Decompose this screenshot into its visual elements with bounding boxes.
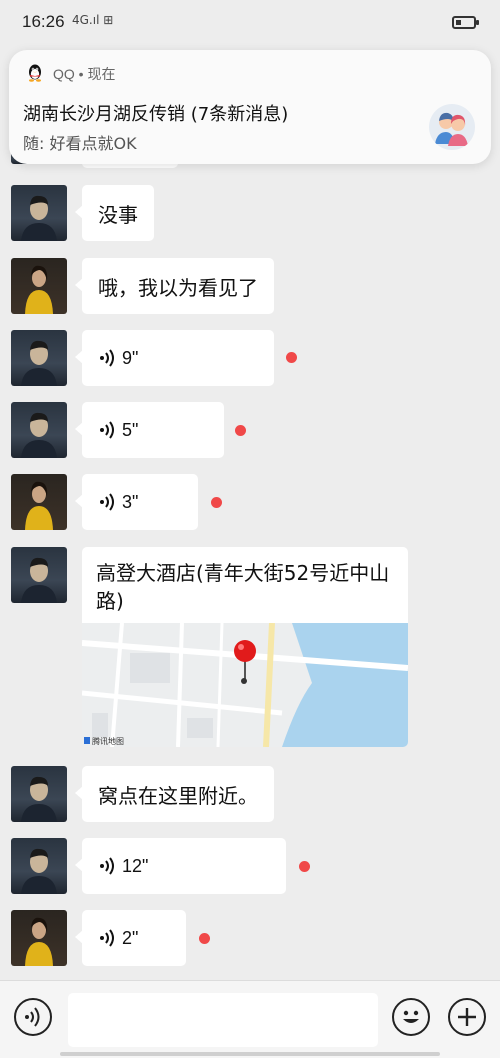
- notification-app-label: QQ • 现在: [53, 66, 116, 82]
- notification-title: 湖南长沙月湖反传销 (7条新消息): [23, 104, 289, 125]
- status-bar: 16:26 4G.ıl ⊞: [0, 0, 500, 44]
- voice-input-button[interactable]: [14, 998, 52, 1036]
- voice-message-bubble[interactable]: 5": [75, 402, 224, 458]
- text-bubble[interactable]: 没事: [75, 185, 154, 241]
- voice-wave-icon: [25, 1007, 40, 1027]
- group-avatar-icon: [429, 104, 475, 150]
- map-preview[interactable]: 腾讯地图: [82, 623, 408, 747]
- voice-wave-icon: [100, 493, 114, 511]
- avatar[interactable]: [11, 185, 67, 241]
- chat-input-bar: [0, 980, 500, 1058]
- smiley-icon: [403, 1010, 419, 1023]
- unread-dot: [199, 933, 210, 944]
- more-button[interactable]: [448, 998, 486, 1036]
- plus-icon: [458, 1008, 476, 1026]
- avatar[interactable]: [11, 402, 67, 458]
- avatar[interactable]: [11, 330, 67, 386]
- avatar[interactable]: [11, 910, 67, 966]
- emoji-button[interactable]: [392, 998, 430, 1036]
- home-indicator: [60, 1052, 440, 1056]
- unread-dot: [235, 425, 246, 436]
- voice-duration: 3": [122, 491, 139, 512]
- voice-duration: 9": [122, 347, 139, 368]
- signal-icon: 4G.ıl ⊞: [72, 13, 114, 27]
- avatar[interactable]: [11, 547, 67, 603]
- voice-wave-icon: [100, 349, 114, 367]
- battery-icon: [452, 16, 479, 29]
- voice-message-bubble[interactable]: 3": [75, 474, 198, 530]
- avatar[interactable]: [11, 766, 67, 822]
- message-text: 窝点在这里附近。: [98, 783, 258, 808]
- qq-notification[interactable]: QQ • 现在 湖南长沙月湖反传销 (7条新消息) 随: 好看点就OK: [9, 50, 491, 164]
- message-text: 哦，我以为看见了: [98, 275, 258, 300]
- voice-message-bubble[interactable]: 2": [75, 910, 186, 966]
- map-provider-label: 腾讯地图: [92, 736, 124, 746]
- voice-message-bubble[interactable]: 9": [75, 330, 274, 386]
- message-input[interactable]: [68, 993, 378, 1047]
- notification-body: 随: 好看点就OK: [23, 134, 137, 153]
- location-message-bubble[interactable]: 高登大酒店(青年大街52号近中山路) 腾讯地图: [82, 547, 408, 747]
- text-bubble[interactable]: 哦，我以为看见了: [75, 258, 274, 314]
- unread-dot: [299, 861, 310, 872]
- voice-duration: 5": [122, 419, 139, 440]
- avatar[interactable]: [11, 258, 67, 314]
- voice-duration: 12": [122, 855, 149, 876]
- qq-penguin-icon: [29, 64, 41, 82]
- avatar[interactable]: [11, 474, 67, 530]
- status-time: 16:26: [22, 12, 65, 31]
- unread-dot: [286, 352, 297, 363]
- message-text: 没事: [98, 202, 138, 227]
- voice-duration: 2": [122, 927, 139, 948]
- text-bubble[interactable]: 窝点在这里附近。: [75, 766, 274, 822]
- voice-wave-icon: [100, 857, 114, 875]
- unread-dot: [211, 497, 222, 508]
- avatar[interactable]: [11, 838, 67, 894]
- voice-wave-icon: [100, 929, 114, 947]
- voice-message-bubble[interactable]: 12": [75, 838, 286, 894]
- voice-wave-icon: [100, 421, 114, 439]
- location-title: 高登大酒店(青年大街52号近中山路): [96, 561, 390, 613]
